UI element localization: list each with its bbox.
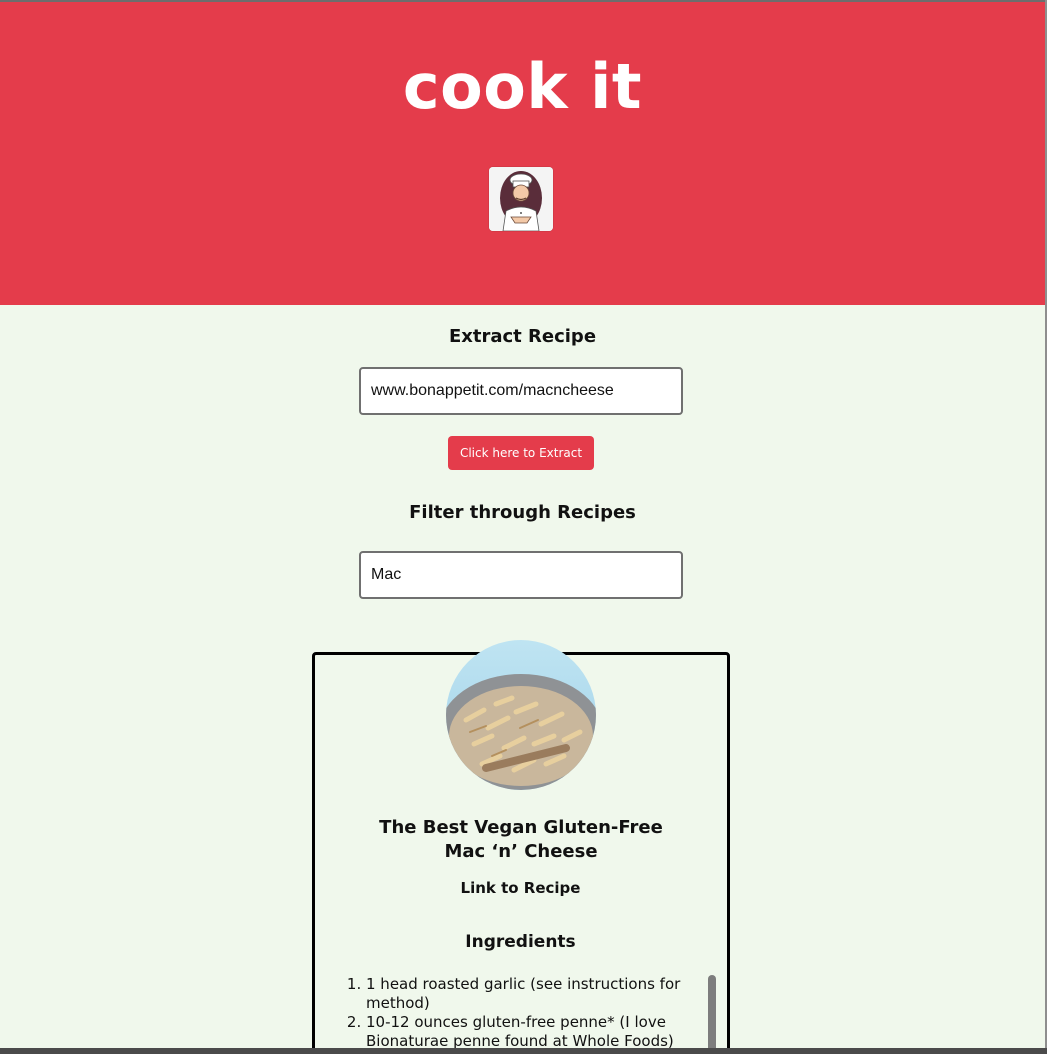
filter-recipes-heading: Filter through Recipes (409, 502, 636, 523)
list-item: 10-12 ounces gluten-free penne* (I love … (366, 1013, 716, 1051)
recipe-url-input[interactable] (359, 367, 683, 415)
ingredients-scrollbar[interactable] (708, 975, 716, 1054)
extract-button[interactable]: Click here to Extract (448, 436, 594, 470)
filter-recipes-input[interactable] (359, 551, 683, 599)
pasta-photo (446, 640, 596, 790)
ingredients-heading: Ingredients (465, 932, 576, 952)
site-title: cook it (402, 50, 643, 123)
recipe-link[interactable]: Link to Recipe (0, 879, 1041, 897)
ingredients-list: 1 head roasted garlic (see instructions … (336, 975, 716, 1051)
window-bottom-edge (0, 1048, 1047, 1054)
recipe-title: The Best Vegan Gluten-Free Mac ‘n’ Chees… (379, 817, 663, 862)
extract-recipe-heading: Extract Recipe (448, 326, 597, 347)
site-header: cook it (0, 2, 1045, 305)
list-item: 1 head roasted garlic (see instructions … (366, 975, 716, 1013)
chef-icon (489, 167, 553, 231)
